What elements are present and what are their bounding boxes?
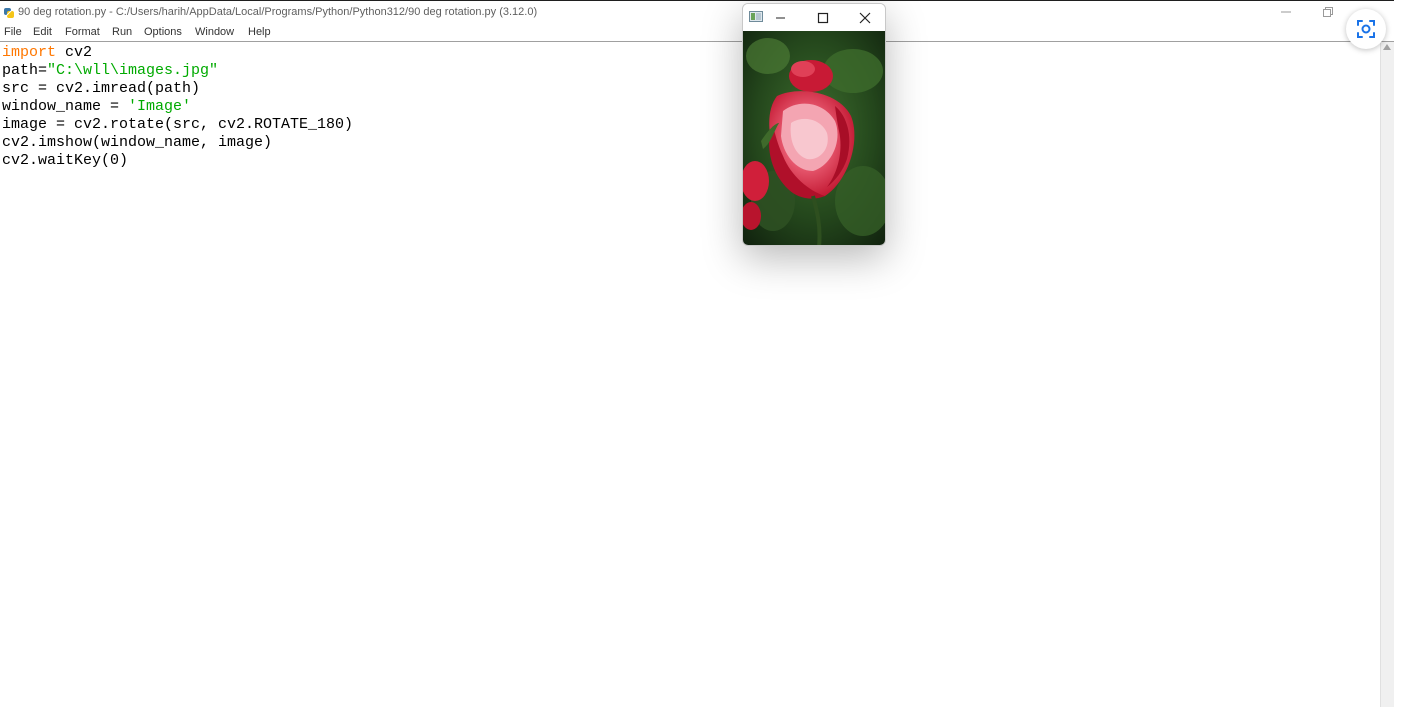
code-text: window_name = [2, 98, 129, 115]
code-line-2: path="C:\wll\images.jpg" [2, 62, 218, 80]
code-text: cv2 [56, 44, 93, 61]
maximize-icon [817, 12, 829, 24]
menu-window[interactable]: Window [195, 25, 234, 40]
menu-bar: File Edit Format Run Options Window Help [0, 24, 1402, 42]
code-line-6: cv2.imshow(window_name, image) [2, 134, 273, 151]
image-window-title-bar[interactable] [743, 4, 885, 31]
close-icon [859, 12, 871, 24]
image-minimize-button[interactable] [768, 8, 794, 28]
minimize-icon [1281, 11, 1291, 13]
string-token: 'Image' [128, 98, 192, 115]
code-editor[interactable]: import cv2 path="C:\wll\images.jpg" src … [0, 42, 1380, 707]
code-text: path= [2, 62, 48, 79]
string-token: "C:\wll\images.jpg" [47, 62, 219, 79]
desktop-screen: 90 deg rotation.py - C:/Users/harih/AppD… [0, 0, 1402, 707]
red-rose-photo [743, 31, 885, 245]
window-title: 90 deg rotation.py - C:/Users/harih/AppD… [18, 6, 538, 18]
editor-title-bar: 90 deg rotation.py - C:/Users/harih/AppD… [0, 0, 1402, 24]
image-close-button[interactable] [852, 8, 878, 28]
keyword-token: import [2, 44, 57, 61]
image-window[interactable] [742, 3, 886, 246]
code-line-1: import cv2 [2, 44, 92, 62]
image-maximize-button[interactable] [810, 8, 836, 28]
restore-button[interactable] [1314, 3, 1342, 21]
menu-format[interactable]: Format [65, 25, 100, 40]
code-line-7: cv2.waitKey(0) [2, 152, 129, 169]
vertical-scrollbar[interactable] [1380, 42, 1394, 707]
opencv-window-icon [749, 11, 763, 22]
code-line-5: image = cv2.rotate(src, cv2.ROTATE_180) [2, 116, 354, 133]
menu-file[interactable]: File [4, 25, 22, 40]
menu-run[interactable]: Run [112, 25, 132, 40]
restore-icon [1323, 7, 1333, 17]
visual-search-icon [1357, 20, 1375, 38]
minimize-icon [776, 17, 785, 19]
code-line-4: window_name = 'Image' [2, 98, 191, 116]
visual-search-button[interactable] [1346, 9, 1386, 49]
menu-options[interactable]: Options [144, 25, 182, 40]
window-edge [1394, 0, 1402, 707]
code-line-3: src = cv2.imread(path) [2, 80, 201, 97]
menu-help[interactable]: Help [248, 25, 271, 40]
python-idle-icon [4, 8, 14, 18]
minimize-button[interactable] [1272, 3, 1300, 21]
menu-edit[interactable]: Edit [33, 25, 52, 40]
